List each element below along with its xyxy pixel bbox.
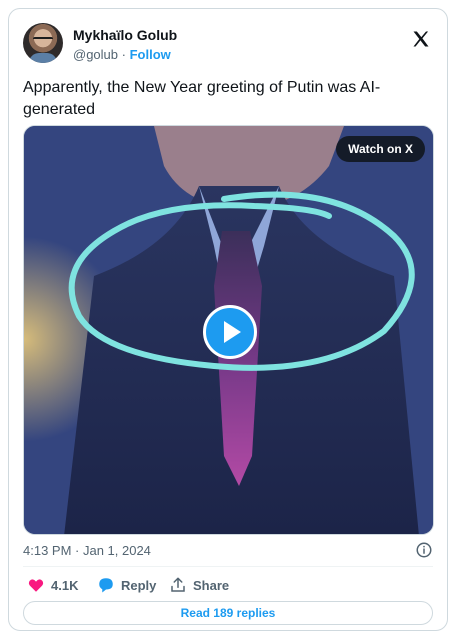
follow-button[interactable]: Follow — [130, 47, 171, 62]
x-logo-icon[interactable] — [411, 29, 431, 49]
reply-label: Reply — [121, 577, 157, 593]
avatar-glasses — [33, 37, 53, 43]
tweet-header: Mykhaïlo Golub @golub · Follow — [23, 21, 433, 65]
play-icon — [224, 321, 241, 343]
reply-button[interactable]: Reply — [97, 575, 156, 595]
avatar-shirt — [29, 53, 57, 63]
info-icon[interactable] — [415, 541, 433, 559]
watch-on-x-button[interactable]: Watch on X — [336, 136, 425, 162]
author-handle[interactable]: @golub — [73, 47, 118, 62]
author-handle-line: @golub · Follow — [73, 47, 171, 62]
play-button[interactable] — [203, 305, 257, 359]
heart-icon — [28, 579, 44, 592]
tweet-timestamp[interactable]: 4:13 PM · Jan 1, 2024 — [23, 543, 151, 558]
action-bar: 4.1K Reply Share — [23, 575, 423, 595]
like-button[interactable]: 4.1K — [27, 575, 78, 595]
avatar[interactable] — [23, 23, 63, 63]
divider — [23, 566, 433, 567]
tweet-card: Mykhaïlo Golub @golub · Follow Apparentl… — [8, 8, 448, 631]
likes-count: 4.1K — [51, 577, 79, 593]
read-replies-button[interactable]: Read 189 replies — [23, 601, 433, 625]
video-player[interactable]: Watch on X — [23, 125, 434, 535]
tweet-text: Apparently, the New Year greeting of Put… — [23, 79, 381, 118]
handle-separator: · — [121, 47, 126, 62]
share-button[interactable]: Share — [169, 575, 229, 595]
share-label: Share — [193, 577, 230, 593]
share-icon — [171, 577, 185, 592]
author-name[interactable]: Mykhaïlo Golub — [73, 27, 177, 43]
reply-bubble-icon — [99, 578, 113, 593]
